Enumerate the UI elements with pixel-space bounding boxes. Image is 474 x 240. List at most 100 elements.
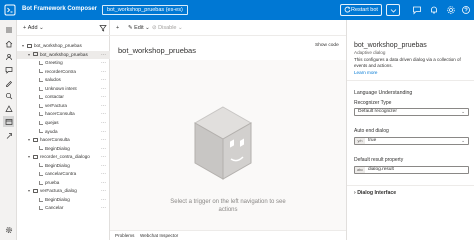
trigger-branch-icon [39,77,43,82]
trigger-branch-icon [39,69,43,74]
more-options-icon[interactable]: ⋯ [101,51,106,59]
chevron-right-icon: › [354,190,356,196]
tree-root-item[interactable]: ▾ bot_workshop_pruebas [17,42,110,50]
language-understanding-icon[interactable] [3,90,14,101]
bot-responses-icon[interactable] [3,64,14,75]
string-type-badge: abc [355,167,365,173]
start-dropdown-button[interactable] [386,4,400,16]
tree-trigger-item[interactable]: ayuda ⋯ [17,128,110,136]
more-options-icon[interactable]: ⋯ [101,110,106,118]
tree-trigger-item[interactable]: BeginDialog ⋯ [17,162,110,170]
tree-trigger-item[interactable]: recorderContra ⋯ [17,68,110,76]
more-options-icon[interactable]: ⋯ [101,93,106,101]
tree-item-label: BeginDialog [45,196,70,202]
more-options-icon[interactable]: ⋯ [101,76,106,84]
more-options-icon[interactable]: ⋯ [101,170,106,178]
more-options-icon[interactable]: ⋯ [101,128,106,136]
edit-button[interactable]: ✎ Edit ⌄ [128,25,150,31]
more-options-icon[interactable]: ⋯ [101,102,106,110]
tree-item-label: hacerConsulta [40,137,70,143]
tree-item-label: saludos [45,77,61,83]
tree-trigger-item[interactable]: BeginDialog ⋯ [17,196,110,204]
more-options-icon[interactable]: ⋯ [101,179,106,187]
tree-item-label: verFactura_dialog [40,188,77,194]
edit-label: Edit [134,25,144,31]
more-options-icon[interactable]: ⋯ [101,162,106,170]
settings-icon[interactable] [3,224,14,235]
chevron-down-icon: ⌄ [461,138,465,143]
disable-button[interactable]: ⊘ Disable ⌄ [152,25,183,31]
tab-problems[interactable]: Problems [115,233,134,238]
project-tree-panel: + Add ⌄ ▾ bot_workshop_pruebas ▾ bot_worksh… [17,20,110,240]
dialog-interface-section[interactable]: › Dialog Interface [354,190,396,196]
tree-trigger-item[interactable]: Unknown intent ⋯ [17,85,110,93]
default-result-property-input[interactable]: abc dialog.result [354,166,469,174]
trigger-branch-icon [39,60,43,65]
more-options-icon[interactable]: ⋯ [101,85,106,93]
settings-gear-icon[interactable] [446,5,456,15]
recognizer-type-dropdown[interactable]: Default recognizer ⌄ [354,108,469,116]
learn-more-link[interactable]: Learn more [354,70,378,75]
bottom-panel-tabs: Problems Webchat Inspector [110,230,346,240]
tree-dialog-item[interactable]: ▾ bot_workshop_pruebas ⋯ [17,50,110,59]
help-icon[interactable] [461,5,471,15]
tree-trigger-item[interactable]: contactar ⋯ [17,93,110,101]
chat-icon[interactable] [412,5,422,15]
tree-trigger-item[interactable]: BeginDialog ⋯ [17,145,110,153]
boolean-type-badge: y/n [355,138,365,144]
more-options-icon[interactable]: ⋯ [101,187,106,195]
more-options-icon[interactable]: ⋯ [101,136,106,144]
empty-state-cube-icon [193,106,253,180]
default-result-property-label: Default result property [354,157,404,163]
tree-dialog-item[interactable]: ▾ hacerConsulta ⋯ [17,136,110,144]
tree-trigger-item[interactable]: saludos ⋯ [17,76,110,84]
more-options-icon[interactable]: ⋯ [101,68,106,76]
add-button[interactable]: + Add ⌄ [23,25,44,31]
design-icon[interactable] [3,51,14,62]
composer-logo-icon [4,4,16,16]
tree-dialog-item[interactable]: ▾ verFactura_dialog ⋯ [17,187,110,195]
properties-panel: bot_workshop_pruebas Adaptive dialog Thi… [346,20,474,240]
more-options-icon[interactable]: ⋯ [101,196,106,204]
trigger-branch-icon [39,172,43,177]
auto-end-dialog-value: true [368,138,377,143]
tree-trigger-item[interactable]: verFactura ⋯ [17,102,110,110]
language-understanding-section[interactable]: Language Understanding [354,90,412,96]
auto-end-dialog-select[interactable]: y/n true ⌄ [354,137,469,145]
bot-name-selector[interactable]: bot_workshop_pruebas (es-es) [102,5,188,15]
project-tree-toolbar: + Add ⌄ [17,20,110,36]
notifications-nav-icon[interactable] [3,116,14,127]
properties-title: bot_workshop_pruebas [354,42,427,49]
more-options-icon[interactable]: ⋯ [101,119,106,127]
menu-icon[interactable] [3,24,14,35]
publish-icon[interactable] [3,130,14,141]
tree-trigger-item[interactable]: quejas ⋯ [17,119,110,127]
tab-webchat-inspector[interactable]: Webchat Inspector [140,233,178,238]
trigger-branch-icon [39,146,43,151]
tree-trigger-item[interactable]: hacerConsulta ⋯ [17,110,110,118]
show-code-button[interactable]: Show code [315,43,339,48]
tree-trigger-item[interactable]: Greeting ⋯ [17,59,110,67]
filter-icon[interactable] [99,24,107,32]
tree-item-label: BeginDialog [45,145,70,151]
more-options-icon[interactable]: ⋯ [101,153,106,161]
title-bar: Bot Framework Composer bot_workshop_prue… [0,0,474,20]
tree-item-label: ayuda [45,128,58,134]
qna-icon[interactable] [3,103,14,114]
notifications-icon[interactable] [429,5,439,15]
home-icon[interactable] [3,38,14,49]
bot-icon [27,43,32,48]
more-options-icon[interactable]: ⋯ [101,59,106,67]
tree-trigger-item[interactable]: cancelarContra ⋯ [17,170,110,178]
add-action-icon[interactable]: + [116,25,119,31]
tree-trigger-item[interactable]: prueba ⋯ [17,179,110,187]
trigger-branch-icon [39,103,43,108]
tree-dialog-item[interactable]: ▾ recorder_contra_dialogo ⋯ [17,153,110,161]
tree-trigger-item[interactable]: Cancelar ⋯ [17,204,110,212]
trigger-branch-icon [39,120,43,125]
user-input-icon[interactable] [3,77,14,88]
more-options-icon[interactable]: ⋯ [101,145,106,153]
properties-description: This configures a data driven dialog via… [354,57,461,68]
more-options-icon[interactable]: ⋯ [101,204,106,212]
tree-item-label: recorderContra [45,68,76,74]
